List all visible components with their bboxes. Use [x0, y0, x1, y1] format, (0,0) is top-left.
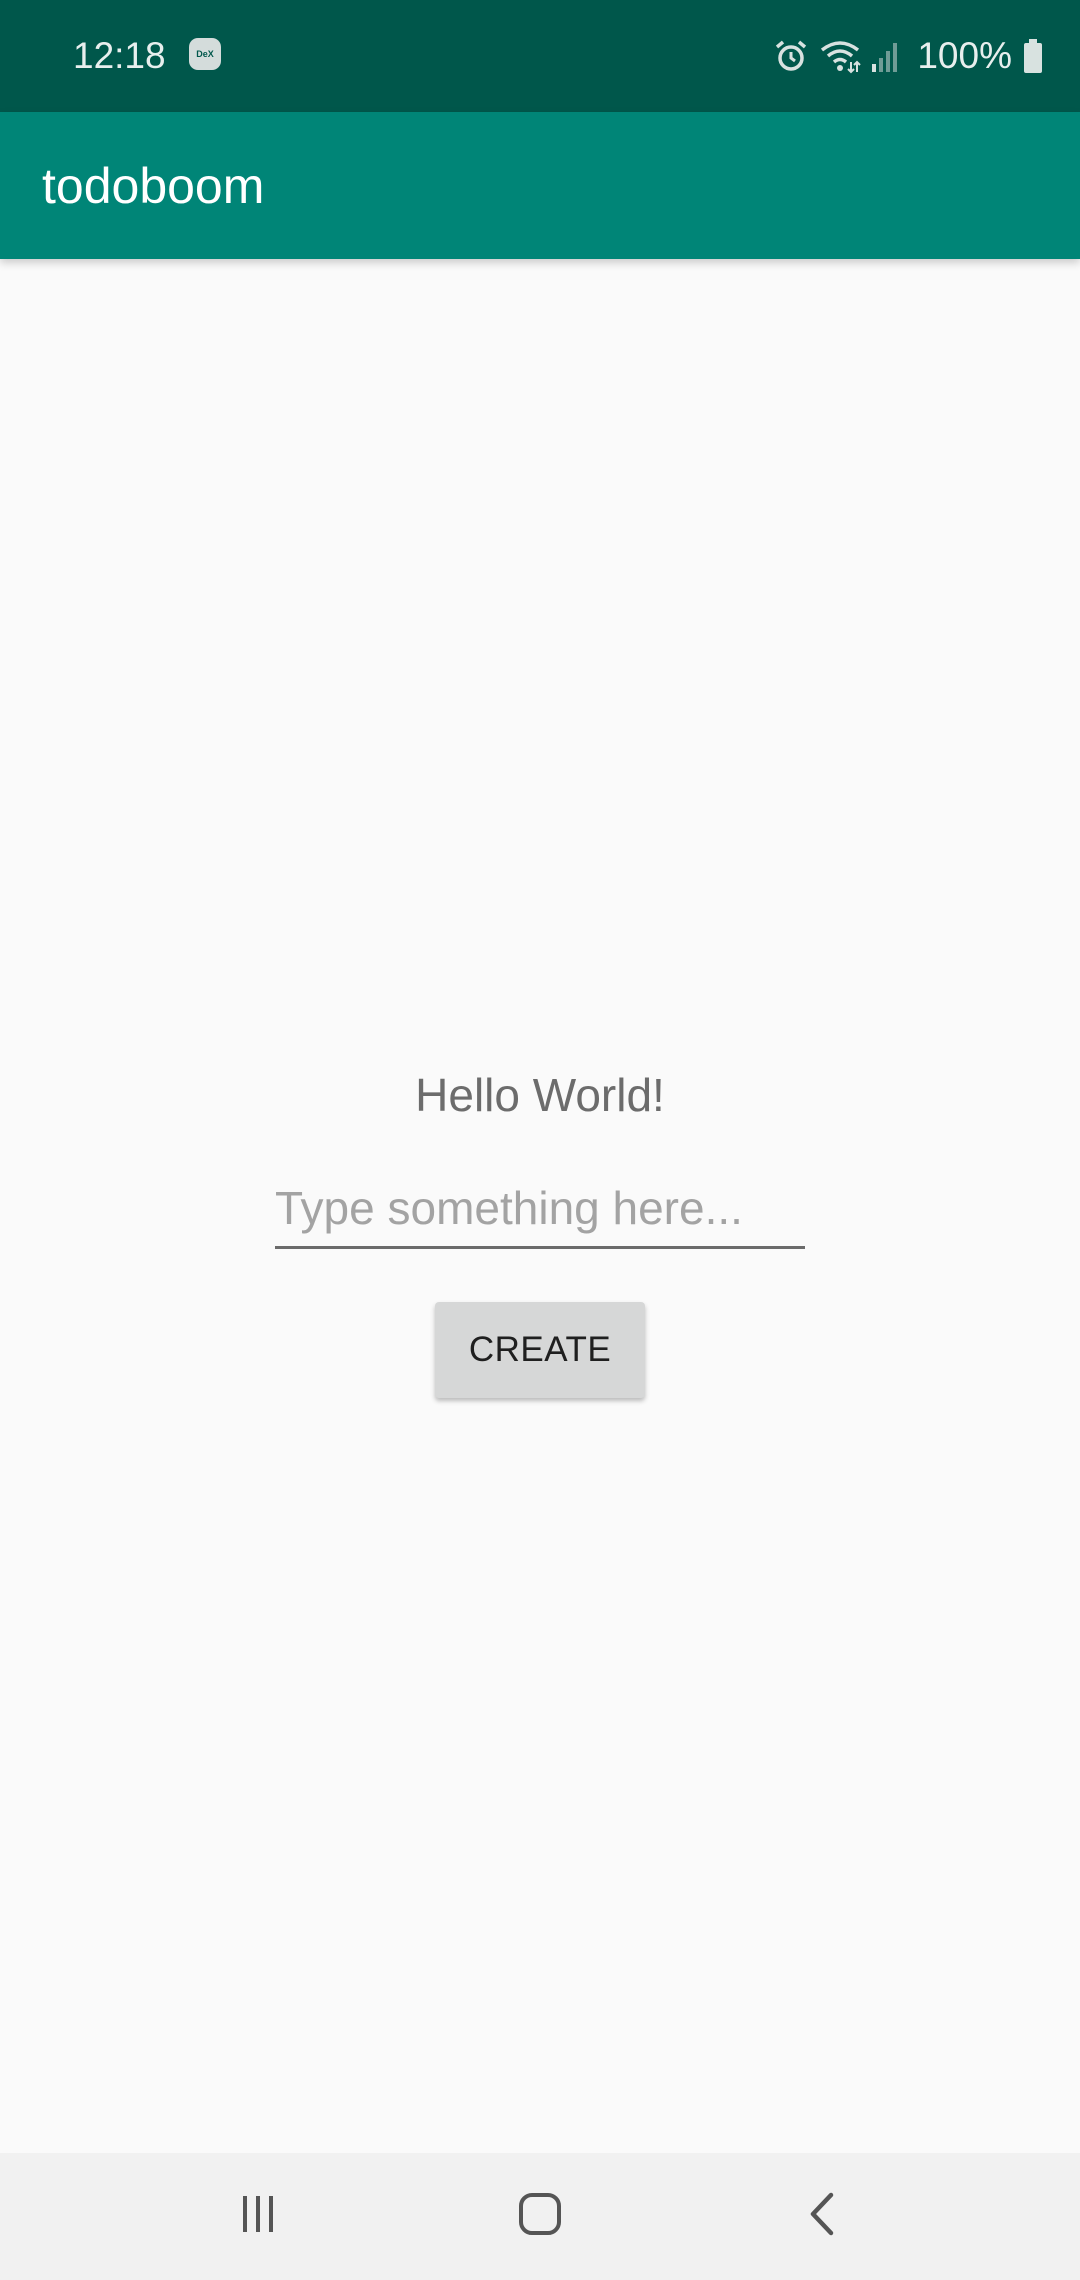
recent-apps-button[interactable] — [188, 2153, 328, 2280]
app-bar: todoboom — [0, 112, 1080, 259]
signal-icon — [871, 40, 901, 72]
back-button[interactable] — [752, 2153, 892, 2280]
app-title: todoboom — [42, 157, 265, 214]
alarm-icon — [773, 38, 809, 74]
home-button[interactable] — [470, 2153, 610, 2280]
status-time: 12:18 — [73, 35, 166, 76]
dex-icon: DeX — [189, 38, 221, 70]
status-bar: 12:18 DeX 100% — [0, 0, 1080, 112]
back-icon — [807, 2192, 837, 2241]
home-icon — [517, 2191, 563, 2242]
battery-icon — [1022, 39, 1044, 73]
recent-apps-icon — [238, 2194, 278, 2239]
wifi-icon — [819, 38, 862, 74]
greeting-text: Hello World! — [415, 1069, 665, 1121]
battery-percent: 100% — [917, 35, 1012, 76]
navigation-bar — [0, 2153, 1080, 2280]
text-input-field — [275, 1170, 805, 1249]
status-icons: 100% — [773, 0, 1044, 112]
create-button[interactable]: CREATE — [435, 1302, 645, 1398]
todo-input[interactable] — [275, 1170, 805, 1246]
